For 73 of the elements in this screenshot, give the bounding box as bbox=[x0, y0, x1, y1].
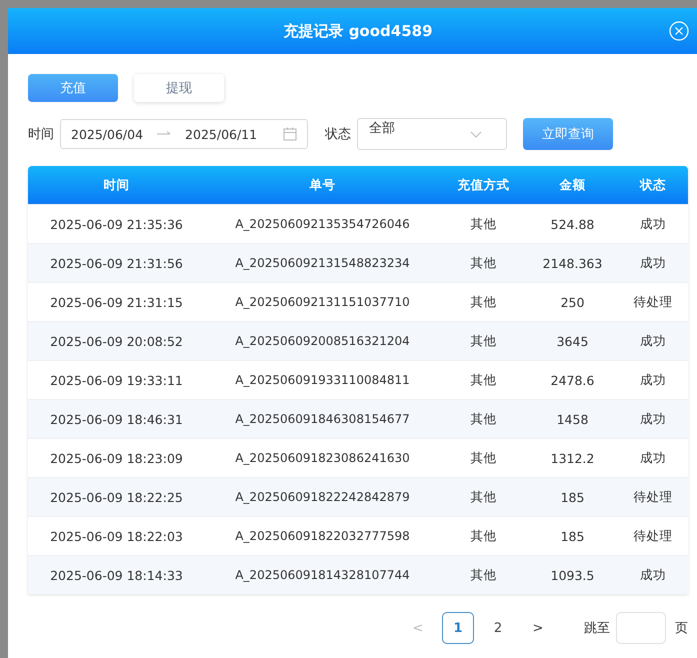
table-cell-text: 其他 bbox=[470, 450, 498, 466]
table-cell-text: A_202506091846308154677 bbox=[234, 412, 411, 426]
table-cell-text: 待处理 bbox=[632, 528, 674, 544]
table-cell-text: 185 bbox=[560, 490, 586, 504]
time-label: 时间 bbox=[28, 126, 54, 143]
table-cell-text: 其他 bbox=[470, 488, 498, 506]
table-cell-text: 2025-06-09 18:22:25 bbox=[49, 490, 184, 504]
table-cell-text: 2025-06-09 19:33:11 bbox=[49, 372, 184, 388]
tab[interactable]: 提现 bbox=[134, 74, 224, 102]
table-cell-text: 成功 bbox=[639, 216, 667, 232]
page-suffix: 页 bbox=[675, 620, 688, 637]
table-cell-text: 其他 bbox=[470, 216, 498, 232]
table-cell-text: A_202506092131548823234 bbox=[234, 256, 411, 270]
column-header: 充值方式 bbox=[456, 176, 510, 194]
column-header: 单号 bbox=[308, 176, 336, 194]
table-cell-text: 2478.6 bbox=[550, 372, 596, 388]
table-cell-text: 524.88 bbox=[550, 216, 596, 232]
next-page-button[interactable]: > bbox=[522, 612, 554, 644]
column-header: 时间 bbox=[102, 176, 130, 194]
table-cell-text: 3645 bbox=[556, 334, 590, 348]
column-header: 金额 bbox=[558, 176, 586, 194]
table-cell-text: 其他 bbox=[470, 254, 498, 272]
table-cell-text: 其他 bbox=[470, 528, 498, 544]
table-cell-text: 待处理 bbox=[632, 294, 674, 310]
table-cell-text: 成功 bbox=[639, 332, 667, 350]
query-button[interactable]: 立即查询 bbox=[523, 118, 613, 150]
page-button[interactable]: 2 bbox=[482, 612, 514, 644]
table-cell-text: A_202506091823086241630 bbox=[234, 451, 411, 465]
table-cell-text: 成功 bbox=[639, 372, 667, 388]
table-cell-text: 2025-06-09 20:08:52 bbox=[49, 334, 184, 348]
table-cell-text: 待处理 bbox=[632, 488, 674, 506]
table-cell-text: 2025-06-09 18:46:31 bbox=[49, 412, 184, 426]
page-input[interactable] bbox=[616, 612, 666, 644]
date-range-field[interactable]: 2025/06/04 2025/06/11 bbox=[60, 119, 308, 149]
column-header: 状态 bbox=[638, 176, 667, 194]
table-cell-text: 2025-06-09 18:23:09 bbox=[49, 450, 184, 466]
jump-label: 跳至 bbox=[584, 620, 610, 637]
status-label: 状态 bbox=[325, 126, 351, 143]
table-cell-text: 2148.363 bbox=[542, 256, 604, 270]
table-cell-text: 成功 bbox=[639, 410, 667, 428]
table-cell-text: A_202506091814328107744 bbox=[234, 568, 411, 582]
table-cell-text: 185 bbox=[560, 528, 586, 544]
table-cell-text: A_202506091933110084811 bbox=[234, 373, 411, 387]
table-cell-text: 2025-06-09 18:14:33 bbox=[49, 568, 184, 582]
page-button[interactable]: 1 bbox=[442, 612, 474, 644]
table-cell-text: 2025-06-09 21:35:36 bbox=[49, 216, 184, 232]
table-cell-text: A_202506091822242842879 bbox=[234, 490, 411, 504]
dialog-title: 充提记录 good4589 bbox=[283, 22, 433, 40]
table-cell-text: 2025-06-09 21:31:56 bbox=[49, 256, 184, 270]
chevron-icon bbox=[470, 131, 482, 139]
close-icon[interactable] bbox=[669, 21, 689, 41]
calendar-icon bbox=[283, 127, 297, 141]
table-cell-text: 成功 bbox=[639, 566, 667, 584]
table-cell-text: 2025-06-09 21:31:15 bbox=[49, 294, 184, 310]
table-cell-text: 其他 bbox=[470, 294, 498, 310]
table-cell-text: 成功 bbox=[639, 450, 667, 466]
table-cell-text: 其他 bbox=[470, 372, 498, 388]
table-cell-text: 1093.5 bbox=[550, 568, 596, 582]
table-cell-text: 2025-06-09 18:22:03 bbox=[49, 528, 184, 544]
status-select[interactable]: 全部 bbox=[357, 118, 507, 150]
table-cell-text: A_202506092131151037710 bbox=[234, 295, 411, 309]
table-cell-text: 1458 bbox=[556, 412, 590, 426]
table-cell-text: A_202506091822032777598 bbox=[234, 529, 411, 543]
table-cell-text: A_202506092008516321204 bbox=[234, 334, 411, 348]
table-cell-text: 成功 bbox=[639, 254, 667, 272]
table-cell-text: 250 bbox=[560, 294, 586, 310]
table-cell-text: 其他 bbox=[470, 332, 498, 350]
table-cell-text: 其他 bbox=[470, 410, 498, 428]
table-cell-text: 其他 bbox=[470, 566, 498, 584]
tab[interactable]: 充值 bbox=[28, 74, 118, 102]
table-cell-text: 1312.2 bbox=[550, 450, 596, 466]
table-cell-text: A_202506092135354726046 bbox=[234, 217, 411, 231]
arrow-icon bbox=[157, 131, 172, 137]
